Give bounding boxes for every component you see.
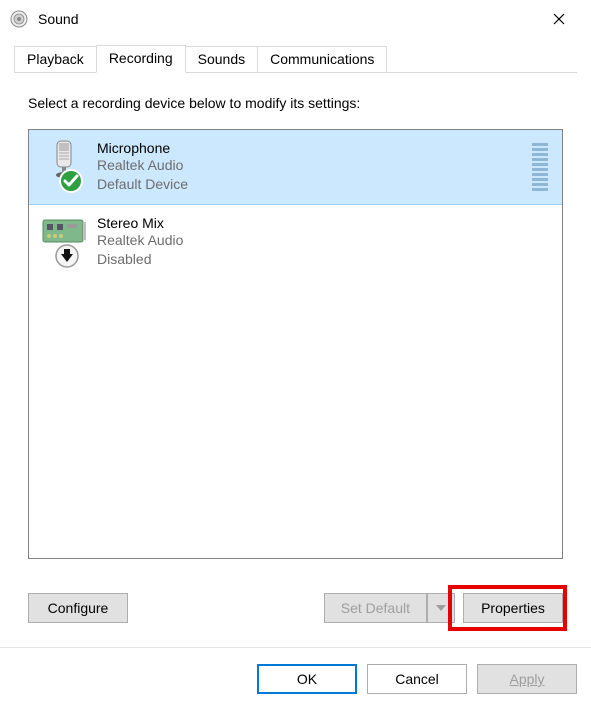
device-name: Microphone: [97, 140, 532, 156]
device-driver: Realtek Audio: [97, 156, 532, 175]
tab-content: Select a recording device below to modif…: [0, 73, 591, 575]
device-list[interactable]: Microphone Realtek Audio Default Device: [28, 129, 563, 559]
cancel-button[interactable]: Cancel: [367, 664, 467, 694]
device-driver: Realtek Audio: [97, 231, 552, 250]
set-default-button: Set Default: [324, 593, 427, 623]
device-row-stereo-mix[interactable]: Stereo Mix Realtek Audio Disabled: [29, 204, 562, 280]
tab-strip: Playback Recording Sounds Communications: [0, 38, 591, 73]
device-row-microphone[interactable]: Microphone Realtek Audio Default Device: [28, 129, 563, 205]
device-status: Disabled: [97, 250, 552, 269]
speaker-icon: [10, 10, 28, 28]
sound-card-icon: [39, 214, 91, 270]
device-name: Stereo Mix: [97, 215, 552, 231]
apply-button: Apply: [477, 664, 577, 694]
close-icon: [553, 13, 565, 25]
device-button-row: Configure Set Default Properties: [0, 575, 591, 623]
close-button[interactable]: [539, 4, 579, 34]
configure-button[interactable]: Configure: [28, 593, 128, 623]
chevron-down-icon: [436, 605, 446, 611]
dialog-button-row: OK Cancel Apply: [0, 647, 591, 694]
tab-recording[interactable]: Recording: [96, 45, 186, 73]
device-status: Default Device: [97, 175, 532, 194]
apply-label: Apply: [509, 671, 544, 687]
tab-communications[interactable]: Communications: [257, 46, 387, 73]
microphone-icon: [39, 139, 91, 195]
properties-button[interactable]: Properties: [463, 593, 563, 623]
window-title: Sound: [38, 11, 78, 27]
tab-sounds[interactable]: Sounds: [185, 46, 258, 73]
instruction-text: Select a recording device below to modif…: [28, 95, 563, 111]
titlebar: Sound: [0, 0, 591, 38]
ok-button[interactable]: OK: [257, 664, 357, 694]
tab-playback[interactable]: Playback: [14, 46, 97, 73]
set-default-dropdown: [427, 593, 455, 623]
level-meter-icon: [532, 143, 548, 191]
